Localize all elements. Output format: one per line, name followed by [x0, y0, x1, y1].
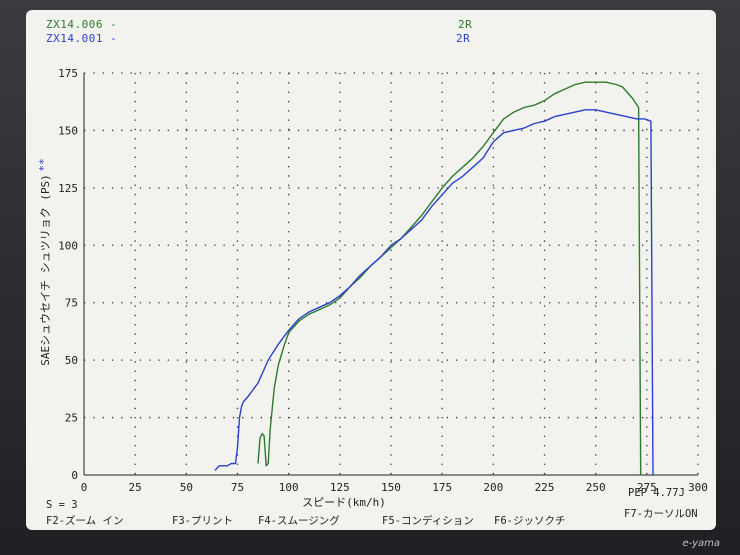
chart-series — [214, 81, 654, 476]
marker-stars: ** — [37, 158, 50, 171]
s-value-text: S = 3 — [46, 499, 78, 511]
y-axis-label: SAEシュウセイチ シュツリョク (PS) — [39, 174, 52, 366]
x-tick-label: 300 — [688, 481, 708, 494]
x-tick-label: 150 — [381, 481, 401, 494]
f5-condition-key[interactable]: F5-コンディション — [382, 513, 474, 528]
x-tick-label: 250 — [586, 481, 606, 494]
series-line-2 — [214, 109, 654, 476]
y-tick-label: 25 — [65, 412, 78, 425]
f6-measured-key[interactable]: F6-ジッソクチ — [494, 513, 565, 528]
x-tick-label: 225 — [535, 481, 555, 494]
y-tick-label: 100 — [58, 239, 78, 252]
f4-smoothing-key[interactable]: F4-スムージング — [258, 513, 340, 528]
f2-zoom-in-key[interactable]: F2-ズーム イン — [46, 513, 123, 528]
y-tick-label: 150 — [58, 124, 78, 137]
y-tick-label: 0 — [71, 469, 78, 482]
y-tick-label: 125 — [58, 182, 78, 195]
y-tick-label: 50 — [65, 354, 78, 367]
x-tick-label: 175 — [432, 481, 452, 494]
brand-logo: e-yama — [682, 538, 720, 549]
x-tick-label: 200 — [483, 481, 503, 494]
pep-readout: PEP 4.77J — [628, 487, 685, 499]
monitor-bezel: ZX14.006 - 2R ZX14.001 - 2R 0 25 50 75 100 12… — [0, 0, 740, 555]
power-chart: 0 25 50 75 100 125 150 175 200 225 250 275 300 02550… — [37, 67, 708, 509]
chart-grid — [84, 72, 699, 475]
x-tick-label: 125 — [330, 481, 350, 494]
x-tick-label: 100 — [279, 481, 299, 494]
x-tick-label: 50 — [180, 481, 193, 494]
f3-print-key[interactable]: F3-プリント — [172, 513, 233, 528]
x-tick-labels: 0 25 50 75 100 125 150 175 200 225 250 275 300 — [81, 481, 708, 494]
dyno-screen: ZX14.006 - 2R ZX14.001 - 2R 0 25 50 75 100 12… — [26, 10, 716, 530]
x-tick-label: 25 — [129, 481, 142, 494]
y-tick-label: 75 — [65, 297, 78, 310]
y-tick-labels: 0 25 50 75 100 125 150 175 — [58, 67, 78, 482]
x-tick-label: 75 — [231, 481, 244, 494]
x-axis-label: スピード(km/h) — [302, 496, 386, 509]
chart-axes — [83, 73, 698, 476]
y-tick-label: 175 — [58, 67, 78, 80]
x-tick-label: 0 — [81, 481, 88, 494]
f7-cursor-key[interactable]: F7-カーソルON — [624, 506, 698, 521]
series-line-1 — [257, 81, 642, 476]
